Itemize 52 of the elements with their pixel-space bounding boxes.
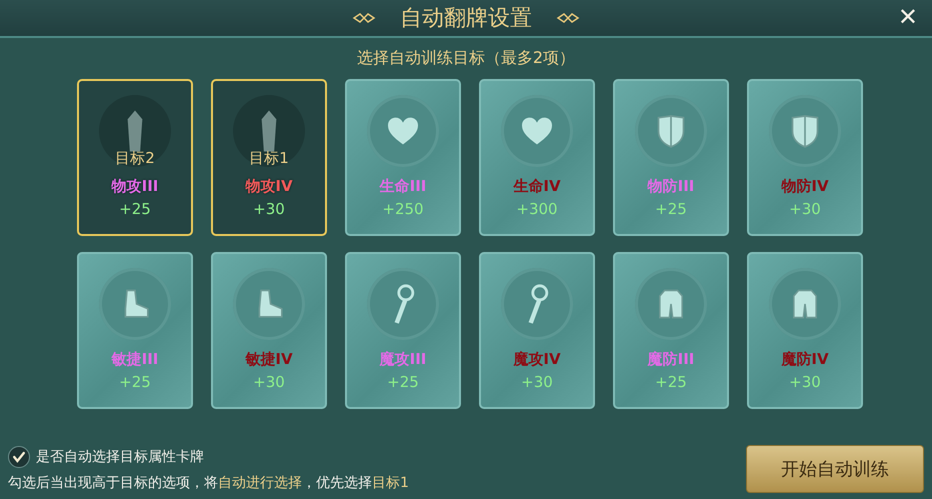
- subtitle: 选择自动训练目标（最多2项）: [356, 48, 576, 69]
- attribute-card[interactable]: 生命IV +300: [479, 79, 595, 236]
- attribute-name: 魔攻IV: [513, 350, 561, 369]
- attribute-value: +30: [521, 373, 553, 391]
- target-label: 目标2: [115, 149, 155, 168]
- close-button[interactable]: ✕: [894, 3, 922, 31]
- attribute-card[interactable]: 魔防IV +30: [747, 252, 863, 409]
- attribute-value: +30: [789, 373, 821, 391]
- attribute-name: 魔防III: [648, 350, 694, 369]
- attribute-name: 魔防IV: [781, 350, 829, 369]
- attribute-card[interactable]: 物防IV +30: [747, 79, 863, 236]
- attribute-card[interactable]: 敏捷III +25: [77, 252, 193, 409]
- attribute-card[interactable]: 魔攻III +25: [345, 252, 461, 409]
- attribute-card[interactable]: 目标1 物攻IV +30: [211, 79, 327, 236]
- attribute-card[interactable]: 魔防III +25: [613, 252, 729, 409]
- attribute-card[interactable]: 物防III +25: [613, 79, 729, 236]
- attribute-card[interactable]: 目标2 物攻III +25: [77, 79, 193, 236]
- attribute-name: 敏捷IV: [245, 350, 293, 369]
- attribute-name: 敏捷III: [112, 350, 158, 369]
- heart-icon: [520, 116, 554, 146]
- window-title: 自动翻牌设置: [400, 5, 532, 33]
- heart-icon: [386, 116, 420, 146]
- attribute-card[interactable]: 生命III +250: [345, 79, 461, 236]
- attribute-name: 物攻III: [112, 177, 158, 196]
- attribute-value: +25: [119, 373, 151, 391]
- shield-icon: [656, 114, 686, 148]
- attribute-value: +300: [516, 200, 558, 218]
- ornament-icon: [556, 12, 580, 24]
- attribute-value: +30: [789, 200, 821, 218]
- ornament-icon: [352, 12, 376, 24]
- attribute-value: +30: [253, 200, 285, 218]
- attribute-value: +25: [387, 373, 419, 391]
- attribute-value: +250: [382, 200, 424, 218]
- attribute-card[interactable]: 敏捷IV +30: [211, 252, 327, 409]
- attribute-name: 物防III: [648, 177, 694, 196]
- attribute-name: 物防IV: [781, 177, 829, 196]
- attribute-name: 生命III: [380, 177, 426, 196]
- attribute-name: 物攻IV: [245, 177, 293, 196]
- checkbox-label: 是否自动选择目标属性卡牌: [36, 448, 204, 466]
- attribute-name: 魔攻III: [380, 350, 426, 369]
- attribute-value: +25: [655, 373, 687, 391]
- attribute-name: 生命IV: [513, 177, 561, 196]
- check-icon: [11, 449, 27, 465]
- attribute-card[interactable]: 魔攻IV +30: [479, 252, 595, 409]
- attribute-value: +30: [253, 373, 285, 391]
- attribute-value: +25: [119, 200, 151, 218]
- start-button[interactable]: 开始自动训练: [746, 445, 924, 493]
- checkbox[interactable]: [8, 446, 30, 468]
- hint-text: 勾选后当出现高于目标的选项，将自动进行选择，优先选择目标1: [8, 474, 409, 492]
- attribute-value: +25: [655, 200, 687, 218]
- target-label: 目标1: [249, 149, 289, 168]
- shield-icon: [790, 114, 820, 148]
